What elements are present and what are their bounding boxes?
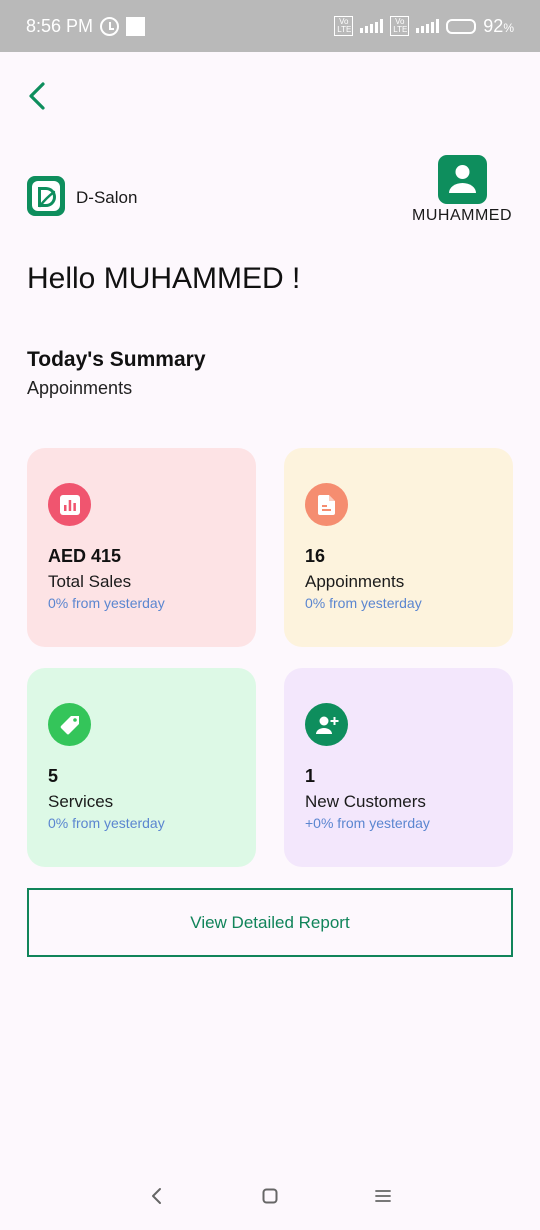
- appointments-value: 16: [305, 546, 326, 566]
- battery-icon: [446, 18, 477, 34]
- services-card[interactable]: 5 Services 0% from yesterday: [27, 668, 256, 867]
- new-customers-label: New Customers: [305, 792, 426, 811]
- appointments-icon-circle: [305, 483, 348, 526]
- greeting: Hello MUHAMMED !: [27, 262, 301, 295]
- new-customers-icon-circle: [305, 703, 348, 746]
- volte-icon: Vo LTE: [334, 16, 354, 36]
- new-customers-change: +0% from yesterday: [305, 815, 430, 831]
- status-right: Vo LTE Vo LTE 92%: [334, 16, 514, 37]
- bar-chart-icon: [59, 494, 80, 515]
- profile-avatar[interactable]: [438, 155, 487, 204]
- nav-menu-button[interactable]: [363, 1176, 403, 1216]
- brand-name: D-Salon: [76, 188, 138, 207]
- summary-subtitle: Appoinments: [27, 378, 133, 398]
- battery-percent: 92%: [483, 15, 514, 36]
- alarm-icon: [100, 16, 120, 36]
- salon-logo-icon: [32, 181, 60, 211]
- status-time: 8:56 PM: [26, 15, 94, 36]
- chevron-left-icon: [29, 82, 45, 110]
- signal-icon: [360, 19, 384, 33]
- appointments-card[interactable]: 16 Appoinments 0% from yesterday: [284, 448, 513, 647]
- appointments-change: 0% from yesterday: [305, 595, 422, 611]
- services-icon-circle: [48, 703, 91, 746]
- total-sales-value: AED 415: [48, 546, 122, 566]
- nav-back-icon: [151, 1188, 161, 1204]
- summary-title: Today's Summary: [27, 348, 206, 371]
- profile-name: MUHAMMED: [412, 207, 512, 224]
- add-user-icon: [315, 716, 338, 734]
- nav-back-button[interactable]: [137, 1176, 177, 1216]
- new-customers-card[interactable]: 1 New Customers +0% from yesterday: [284, 668, 513, 867]
- document-icon: [317, 494, 335, 515]
- brand-logo: [27, 176, 65, 216]
- nav-home-icon: [262, 1188, 278, 1204]
- back-button[interactable]: [22, 78, 54, 114]
- appointments-label: Appoinments: [305, 572, 405, 591]
- services-change: 0% from yesterday: [48, 815, 165, 831]
- nav-home-button[interactable]: [250, 1176, 290, 1216]
- total-sales-label: Total Sales: [48, 572, 132, 591]
- services-label: Services: [48, 792, 114, 811]
- signal-icon-2: [416, 19, 440, 33]
- total-sales-card[interactable]: AED 415 Total Sales 0% from yesterday: [27, 448, 256, 647]
- status-bar: 8:56 PM Vo LTE Vo LTE 92%: [0, 0, 540, 52]
- new-customers-value: 1: [305, 766, 316, 786]
- tag-icon: [60, 715, 79, 734]
- user-icon: [449, 165, 476, 193]
- view-detailed-report-button[interactable]: View Detailed Report: [27, 888, 513, 957]
- status-left: 8:56 PM: [26, 15, 146, 37]
- services-value: 5: [48, 766, 59, 786]
- system-nav-bar: [0, 1162, 540, 1230]
- notification-icon: [126, 16, 146, 36]
- total-sales-icon-circle: [48, 483, 91, 526]
- total-sales-change: 0% from yesterday: [48, 595, 165, 611]
- nav-menu-icon: [375, 1190, 392, 1202]
- volte-icon-2: Vo LTE: [390, 16, 410, 36]
